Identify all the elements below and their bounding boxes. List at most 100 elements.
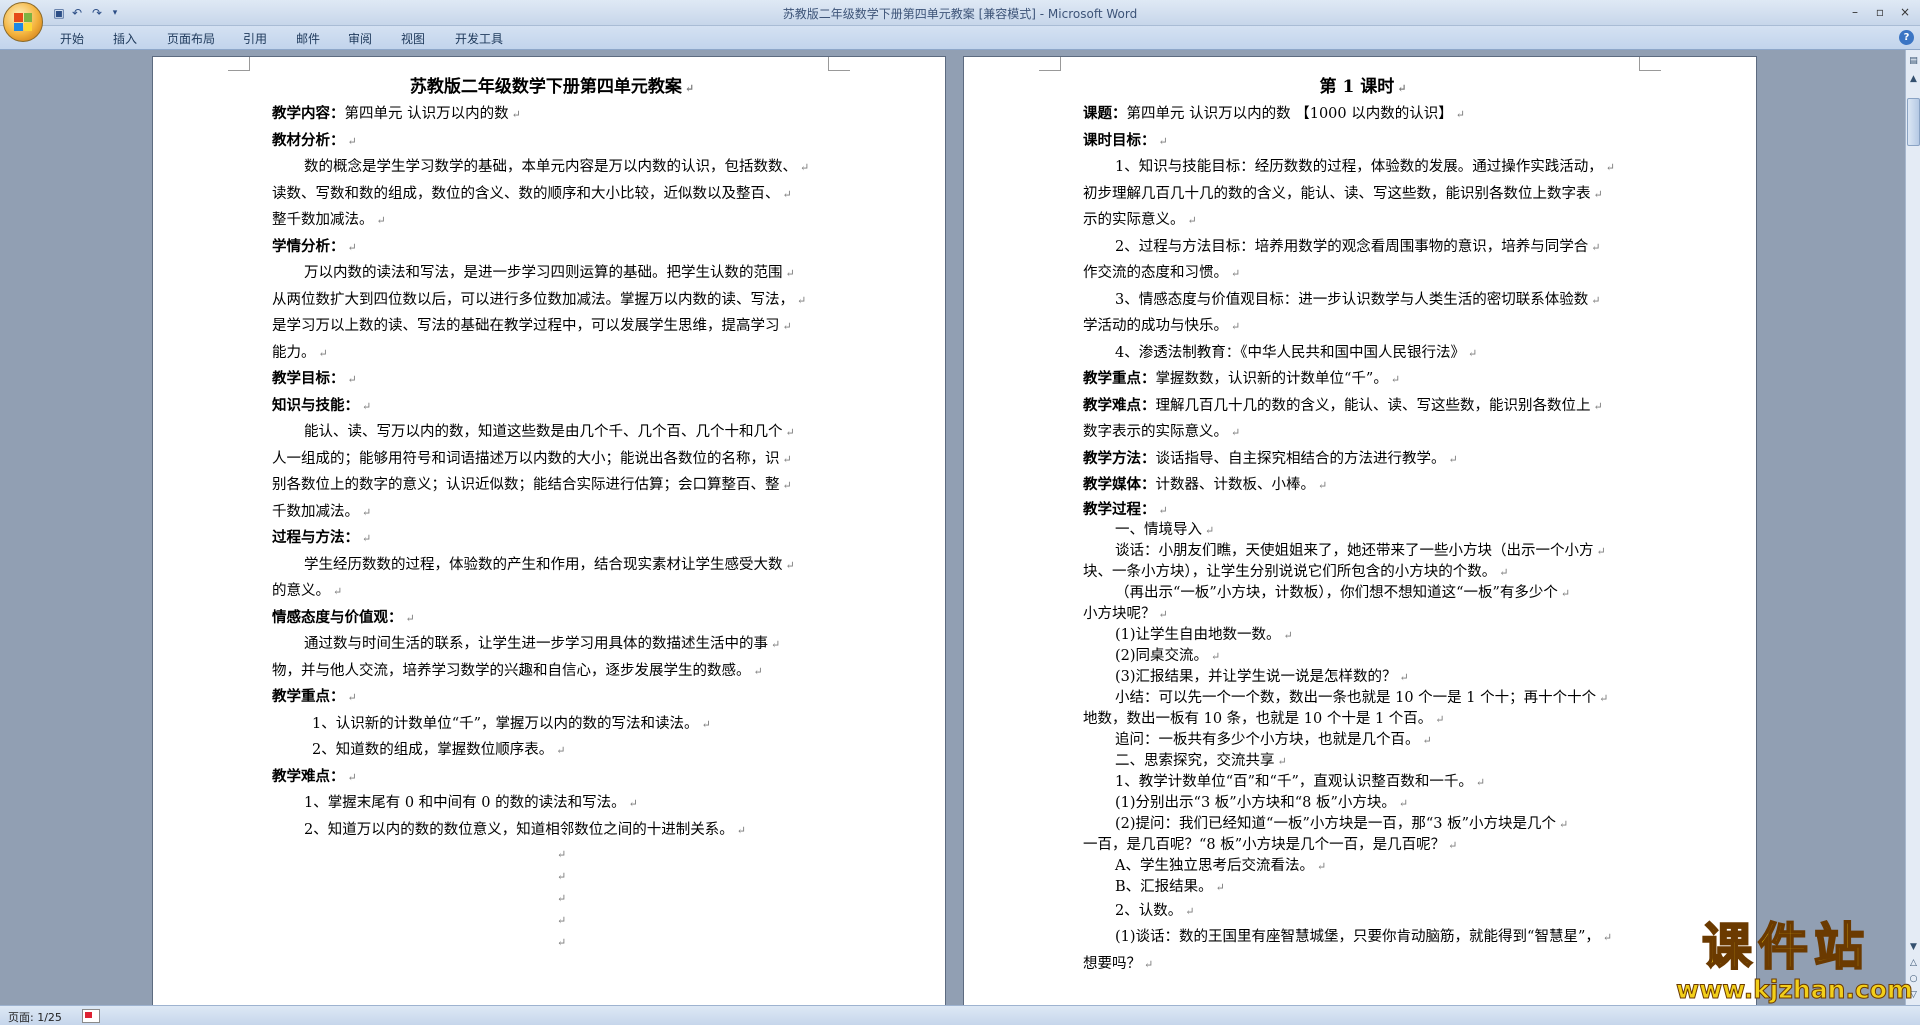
empty-paragraph: ↵: [554, 931, 832, 953]
text-line: (3)汇报结果，并让学生说一说是怎样数的？ ↵: [1083, 667, 1643, 688]
text-line: 追问：一板共有多少个小方块，也就是几个百。 ↵: [1083, 730, 1643, 751]
restore-button[interactable]: ▫: [1870, 3, 1890, 21]
paragraph-mark: ↵: [1144, 957, 1154, 971]
scroll-up-icon[interactable]: ▲: [1907, 72, 1920, 86]
text-line: 读数、写数和数的组成，数位的含义、数的顺序和大小比较，近似数以及整百、 ↵: [272, 181, 832, 208]
line-text: (1)让学生自由地数一数。: [1115, 626, 1281, 643]
line-text: 小方块呢？: [1083, 605, 1156, 622]
line-text: 二、思索探究，交流共享: [1115, 752, 1275, 769]
paragraph-mark: ↵: [1231, 267, 1241, 280]
document-page-2[interactable]: 第 1 课时 ↵ 课题：第四单元 认识万以内的数 【1000 以内数的认识】 ↵ 课时…: [963, 56, 1757, 1005]
page-1-body: 苏教版二年级数学下册第四单元教案 ↵ 教学内容：第四单元 认识万以内的数 ↵ 教材分析…: [272, 72, 832, 953]
line-text: 小结：可以先一个一个数，数出一条也就是 10 个一是 1 个十；再十个十个: [1115, 689, 1597, 706]
text-line: 4、渗透法制教育：《中华人民共和国中国人民银行法》 ↵: [1083, 340, 1643, 367]
text-line: 是学习万以上数的读、写法的基础在教学过程中，可以发展学生思维，提高学习 ↵: [272, 313, 832, 340]
tab-view[interactable]: 视图: [401, 30, 425, 47]
paragraph-mark: ↵: [362, 399, 372, 413]
section-heading: 教学目标： ↵: [272, 366, 832, 393]
paragraph-mark: ↵: [1185, 904, 1195, 918]
scroll-down-icon[interactable]: ▼: [1907, 940, 1920, 954]
paragraph-mark: ↵: [1187, 214, 1197, 227]
line-text: 计数器、计数板、小棒。: [1155, 477, 1316, 493]
text-line: 小结：可以先一个一个数，数出一条也就是 10 个一是 1 个十；再十个十个 ↵: [1083, 688, 1643, 709]
paragraph-mark: ↵: [736, 823, 746, 837]
text-line: (1)谈话：数的王国里有座智慧城堡，只要你肯动脑筋，就能得到“智慧星”， ↵: [1083, 924, 1643, 951]
status-bar: 页面: 1/25: [0, 1005, 1920, 1025]
text-line: 作交流的态度和习惯。 ↵: [1083, 260, 1643, 287]
line-text: 万以内数的读法和写法，是进一步学习四则运算的基础。把学生认数的范围: [304, 265, 783, 281]
tab-home[interactable]: 开始: [60, 30, 84, 47]
previous-page-icon[interactable]: △: [1907, 956, 1920, 970]
scroll-thumb[interactable]: [1907, 98, 1920, 146]
section-heading: 教学过程： ↵: [1083, 499, 1643, 520]
section-heading: 课时目标： ↵: [1083, 128, 1643, 155]
tab-insert[interactable]: 插入: [113, 30, 137, 47]
section-heading: 教材分析： ↵: [272, 128, 832, 155]
line-text: 学生经历数数的过程，体验数的产生和作用，结合现实素材让学生感受大数: [304, 556, 783, 573]
paragraph-mark: ↵: [347, 240, 357, 254]
line-text: 作交流的态度和习惯。: [1083, 265, 1228, 281]
text-line: 1、认识新的计数单位“千”，掌握万以内的数的写法和读法。 ↵: [272, 711, 832, 738]
tab-page-layout[interactable]: 页面布局: [167, 30, 215, 47]
paragraph-mark: ↵: [1605, 161, 1615, 174]
text-line: 学活动的成功与快乐。 ↵: [1083, 313, 1643, 340]
text-line: 2、知道万以内的数的数位意义，知道相邻数位之间的十进制关系。 ↵: [272, 817, 832, 844]
text-line: （再出示“一板”小方块，计数板），你们想不想知道这“一板”有多少个 ↵: [1083, 583, 1643, 604]
paragraph-mark: ↵: [1455, 108, 1465, 121]
line-text: 2、过程与方法目标：培养用数学的观念看周围事物的意识，培养与同学合: [1115, 238, 1589, 255]
line-text: 整千数加减法。: [272, 212, 374, 228]
text-line: 2、知道数的组成，掌握数位顺序表。 ↵: [272, 737, 832, 764]
page-2-body: 第 1 课时 ↵ 课题：第四单元 认识万以内的数 【1000 以内数的认识】 ↵ 课时…: [1083, 72, 1643, 977]
minimize-button[interactable]: –: [1845, 3, 1865, 21]
line-text: 掌握数数，认识新的计数单位“千”。: [1155, 371, 1388, 387]
page-count[interactable]: 页面: 1/25: [8, 1009, 62, 1025]
paragraph-mark: ↵: [1231, 320, 1241, 333]
paragraph-mark: ↵: [1499, 565, 1509, 579]
text-line: 从两位数扩大到四位数以后，可以进行多位数加减法。掌握万以内数的读、写法， ↵: [272, 287, 832, 314]
paragraph-mark: ↵: [1593, 187, 1603, 201]
tab-references[interactable]: 引用: [243, 30, 267, 47]
heading-label: 教学过程：: [1083, 500, 1156, 518]
section-heading: 情感态度与价值观： ↵: [272, 605, 832, 632]
line-text: (3)汇报结果，并让学生说一说是怎样数的？: [1115, 668, 1397, 685]
vertical-scrollbar[interactable]: ▤ ▲ ▼ △ ○ ▽: [1905, 50, 1920, 1005]
section-heading: 教学内容：第四单元 认识万以内的数 ↵: [272, 101, 832, 128]
office-button[interactable]: [3, 2, 43, 42]
text-line: (1)分别出示“3 板”小方块和“8 板”小方块。 ↵: [1083, 793, 1643, 814]
line-text: 千数加减法。: [272, 503, 359, 520]
paragraph-mark: ↵: [557, 848, 567, 861]
close-button[interactable]: ×: [1895, 3, 1915, 21]
ruler-toggle-icon[interactable]: ▤: [1907, 54, 1920, 68]
text-line: 一百，是几百呢？“8 板”小方块是几个一百，是几百呢？ ↵: [1083, 835, 1643, 856]
paragraph-mark: ↵: [782, 320, 792, 333]
text-line: 谈话：小朋友们瞧，天使姐姐来了，她还带来了一些小方块（出示一个小方 ↵: [1083, 541, 1643, 562]
line-text: 第四单元 认识万以内的数: [344, 106, 509, 122]
tab-developer[interactable]: 开发工具: [455, 30, 503, 47]
line-text: 1、教学计数单位“百”和“千”，直观认识整百数和一千。: [1115, 773, 1473, 790]
paragraph-mark: ↵: [1467, 346, 1478, 360]
heading-label: 教学难点：: [1083, 396, 1156, 414]
paragraph-mark: ↵: [376, 214, 386, 227]
section-heading: 教学难点： ↵: [272, 764, 832, 791]
crop-mark: [228, 57, 250, 71]
paragraph-mark: ↵: [1591, 240, 1601, 254]
section-heading: 教学方法：谈话指导、自主探究相结合的方法进行教学。 ↵: [1083, 446, 1643, 473]
heading-label: 教材分析：: [272, 131, 345, 149]
paragraph-mark: ↵: [1559, 817, 1569, 831]
watermark-name: 课件站: [1701, 917, 1870, 977]
tab-mailings[interactable]: 邮件: [296, 30, 320, 47]
proofing-icon[interactable]: [82, 1009, 100, 1023]
line-text: (1)谈话：数的王国里有座智慧城堡，只要你肯动脑筋，就能得到“智慧星”，: [1115, 929, 1600, 945]
line-text: 理解几百几十几的数的含义，能认、读、写这些数，能识别各数位上: [1155, 397, 1591, 414]
crop-mark: [1639, 57, 1661, 71]
help-icon[interactable]: ?: [1899, 30, 1914, 45]
document-page-1[interactable]: 苏教版二年级数学下册第四单元教案 ↵ 教学内容：第四单元 认识万以内的数 ↵ 教材分析…: [152, 56, 946, 1005]
text-line: 地数，数出一板有 10 条，也就是 10 个十是 1 个百。 ↵: [1083, 709, 1643, 730]
line-text: 1、掌握末尾有 0 和中间有 0 的数的读法和写法。: [304, 795, 626, 811]
section-heading: 教学难点：理解几百几十几的数的含义，能认、读、写这些数，能识别各数位上 ↵: [1083, 393, 1643, 420]
tab-review[interactable]: 审阅: [348, 30, 372, 47]
line-text: 从两位数扩大到四位数以后，可以进行多位数加减法。掌握万以内数的读、写法，: [272, 291, 794, 308]
paragraph-mark: ↵: [347, 770, 357, 784]
text-line: 能认、读、写万以内的数，知道这些数是由几个千、几个百、几个十和几个 ↵: [272, 419, 832, 446]
line-text: 是学习万以上数的读、写法的基础在教学过程中，可以发展学生思维，提高学习: [272, 318, 780, 334]
